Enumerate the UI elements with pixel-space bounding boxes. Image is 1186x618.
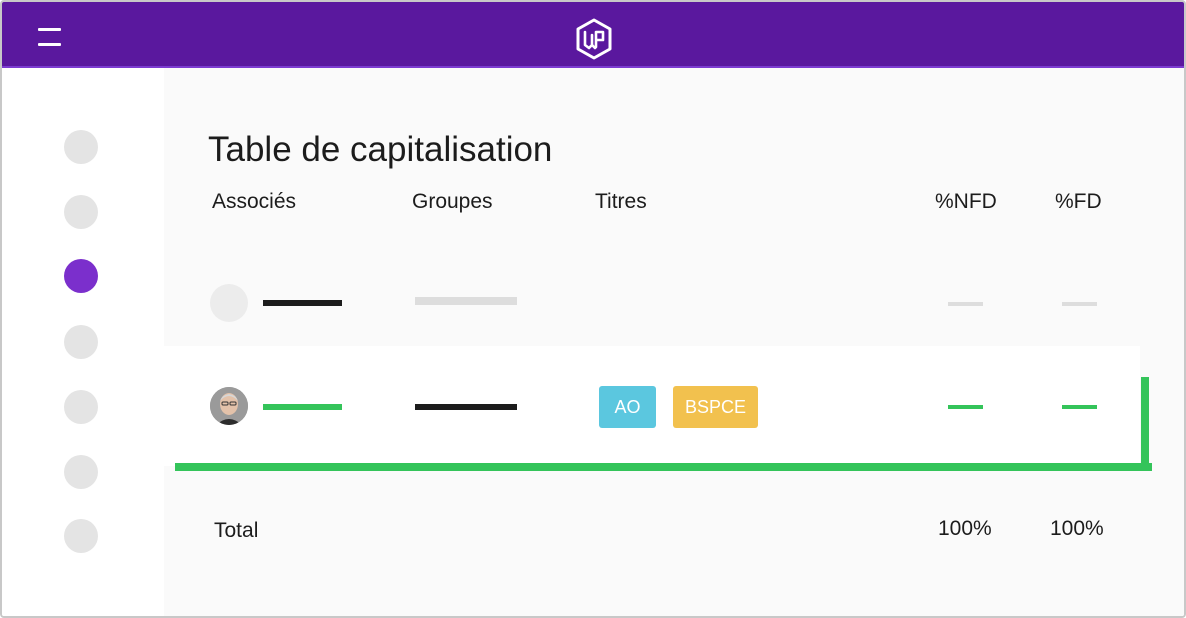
sidebar-item-1[interactable] xyxy=(64,130,98,164)
sidebar-item-3-active[interactable] xyxy=(64,259,98,293)
fd-value-placeholder xyxy=(1062,302,1097,306)
total-fd: 100% xyxy=(1050,517,1104,540)
column-header-nfd: %NFD xyxy=(935,190,997,213)
sidebar-item-6[interactable] xyxy=(64,455,98,489)
column-header-titres: Titres xyxy=(595,190,647,213)
sidebar-item-2[interactable] xyxy=(64,195,98,229)
main-content: Table de capitalisation Associés Groupes… xyxy=(164,68,1184,616)
column-header-associes: Associés xyxy=(212,190,297,213)
menu-bar-bottom xyxy=(38,43,61,46)
top-bar xyxy=(2,2,1184,68)
sidebar xyxy=(2,68,164,616)
total-nfd: 100% xyxy=(938,517,992,540)
empty-avatar-placeholder xyxy=(210,284,248,322)
menu-bar-top xyxy=(38,28,61,31)
total-label: Total xyxy=(214,519,259,542)
sidebar-item-5[interactable] xyxy=(64,390,98,424)
associate-name-bar xyxy=(263,404,342,410)
fd-value-bar xyxy=(1062,405,1097,409)
column-header-fd: %FD xyxy=(1055,190,1102,213)
app-window: Table de capitalisation Associés Groupes… xyxy=(0,0,1186,618)
tag-bspce[interactable]: BSPCE xyxy=(673,386,758,428)
sidebar-item-7[interactable] xyxy=(64,519,98,553)
column-header-groupes: Groupes xyxy=(412,190,493,213)
nfd-value-bar xyxy=(948,405,983,409)
group-name-placeholder xyxy=(415,297,517,305)
nfd-value-placeholder xyxy=(948,302,983,306)
highlight-border-right xyxy=(1141,377,1149,471)
user-photo-avatar xyxy=(210,387,248,425)
app-logo-icon[interactable] xyxy=(575,18,613,60)
page-title: Table de capitalisation xyxy=(208,130,553,169)
tag-ao[interactable]: AO xyxy=(599,386,656,428)
hamburger-menu-icon[interactable] xyxy=(32,22,66,52)
group-name-bar xyxy=(415,404,517,410)
sidebar-item-4[interactable] xyxy=(64,325,98,359)
associate-name-placeholder xyxy=(263,300,342,306)
highlight-border-bottom xyxy=(175,463,1152,471)
